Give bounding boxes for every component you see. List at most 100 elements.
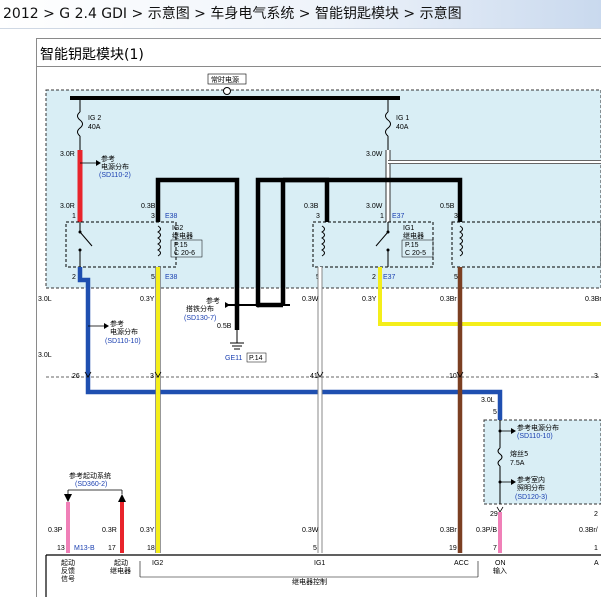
svg-text:照明分布: 照明分布: [517, 483, 545, 492]
arrow-up-icon: [118, 494, 126, 502]
svg-text:3: 3: [150, 373, 154, 380]
svg-text:3.0W: 3.0W: [366, 203, 383, 210]
svg-text:2: 2: [72, 274, 76, 281]
svg-text:19: 19: [449, 545, 457, 552]
svg-text:41: 41: [310, 373, 318, 380]
svg-text:0.3Y: 0.3Y: [140, 527, 155, 534]
svg-text:P.15: P.15: [174, 242, 188, 249]
arrow-right-icon: [225, 302, 230, 308]
svg-text:IG2: IG2: [172, 225, 183, 232]
svg-text:E38: E38: [165, 274, 178, 281]
svg-text:起动: 起动: [61, 558, 75, 567]
svg-text:继电器: 继电器: [172, 231, 193, 240]
svg-text:0.3P: 0.3P: [48, 527, 63, 534]
ref-link[interactable]: (SD110-10): [105, 338, 141, 345]
svg-text:参考起动系统: 参考起动系统: [69, 471, 111, 480]
svg-text:P.15: P.15: [405, 242, 419, 249]
relay-control-label: 继电器控制: [292, 577, 327, 586]
svg-text:反馈: 反馈: [61, 566, 75, 575]
svg-text:5: 5: [454, 274, 458, 281]
svg-text:0.3P/B: 0.3P/B: [476, 527, 497, 534]
svg-text:电源分布: 电源分布: [110, 327, 138, 336]
svg-text:参考: 参考: [206, 296, 220, 305]
connector-m13b: M13-B: [74, 545, 95, 552]
wire-label: 3.0R: [60, 203, 75, 210]
fuse-ig2-rating: 40A: [88, 124, 101, 131]
ref-link[interactable]: (SD360-2): [75, 481, 107, 488]
svg-text:IG1: IG1: [314, 560, 325, 567]
hot-label: 常时电源: [211, 75, 239, 84]
svg-text:C 20-6: C 20-6: [174, 250, 195, 257]
svg-text:电源分布: 电源分布: [101, 162, 129, 171]
svg-text:5: 5: [493, 409, 497, 416]
svg-text:0.3W: 0.3W: [302, 296, 319, 303]
svg-text:3.0W: 3.0W: [366, 151, 383, 158]
fuse-ig1-rating: 40A: [396, 124, 409, 131]
svg-text:3: 3: [594, 373, 598, 380]
svg-text:0.3R: 0.3R: [102, 527, 117, 534]
fuse-ig2-name: IG 2: [88, 115, 101, 122]
ref-link[interactable]: (SD110-10): [517, 433, 553, 440]
svg-text:3: 3: [454, 213, 458, 220]
ref-link[interactable]: (SD130-7): [184, 315, 216, 322]
ref-link[interactable]: (SD120-3): [515, 494, 547, 501]
svg-text:起动: 起动: [114, 558, 128, 567]
svg-text:5: 5: [151, 274, 155, 281]
svg-text:2: 2: [372, 274, 376, 281]
svg-text:A: A: [594, 560, 599, 567]
svg-text:18: 18: [147, 545, 155, 552]
svg-text:0.3Br: 0.3Br: [440, 296, 457, 303]
svg-text:29: 29: [490, 511, 498, 518]
svg-text:0.3Y: 0.3Y: [140, 296, 155, 303]
svg-text:参考电源分布: 参考电源分布: [517, 423, 559, 432]
svg-text:搭铁分布: 搭铁分布: [186, 304, 214, 313]
svg-text:0.3B: 0.3B: [141, 203, 156, 210]
fuse-ig1-name: IG 1: [396, 115, 409, 122]
svg-text:0.5B: 0.5B: [440, 203, 455, 210]
svg-text:参考: 参考: [110, 319, 124, 328]
svg-text:3.0L: 3.0L: [481, 397, 495, 404]
ref-link[interactable]: (SD110-2): [99, 172, 131, 179]
svg-text:输入: 输入: [493, 566, 507, 575]
svg-text:3: 3: [316, 213, 320, 220]
svg-text:3: 3: [151, 213, 155, 220]
svg-text:2: 2: [594, 511, 598, 518]
hot-bus-terminal: [223, 87, 231, 95]
svg-text:0.5B: 0.5B: [217, 323, 232, 330]
svg-text:5: 5: [313, 545, 317, 552]
svg-text:13: 13: [57, 545, 65, 552]
wire-blue: [77, 267, 503, 420]
svg-text:信号: 信号: [61, 574, 75, 583]
svg-text:0.3B: 0.3B: [304, 203, 319, 210]
svg-text:1: 1: [72, 213, 76, 220]
svg-text:10: 10: [449, 373, 457, 380]
svg-text:0.3Br: 0.3Br: [440, 527, 457, 534]
arrow-down-icon: [64, 494, 72, 502]
connector-e37: E37: [392, 213, 405, 220]
svg-text:ON: ON: [495, 560, 506, 567]
svg-text:0.3Br/: 0.3Br/: [579, 527, 598, 534]
svg-text:C 20-5: C 20-5: [405, 250, 426, 257]
svg-text:ACC: ACC: [454, 560, 469, 567]
svg-text:参考室内: 参考室内: [517, 475, 545, 484]
svg-text:7: 7: [493, 545, 497, 552]
svg-text:3.0L: 3.0L: [38, 296, 52, 303]
svg-text:26: 26: [72, 373, 80, 380]
svg-text:继电器: 继电器: [110, 566, 131, 575]
svg-text:0.3Y: 0.3Y: [362, 296, 377, 303]
arrow-right-icon: [104, 323, 109, 329]
svg-text:IG1: IG1: [403, 225, 414, 232]
svg-text:0.3W: 0.3W: [302, 527, 319, 534]
svg-text:1: 1: [594, 545, 598, 552]
svg-text:1: 1: [380, 213, 384, 220]
svg-text:E37: E37: [383, 274, 396, 281]
svg-text:0.3Br: 0.3Br: [585, 296, 601, 303]
svg-text:参考: 参考: [101, 154, 115, 163]
svg-text:17: 17: [108, 545, 116, 552]
wiring-diagram: 常时电源 IG 2 40A IG 1 40A 3.0R 3.0R 参考 电源分布…: [38, 73, 601, 597]
svg-text:7.5A: 7.5A: [510, 460, 525, 467]
svg-text:熔丝5: 熔丝5: [510, 449, 528, 458]
connector-e38: E38: [165, 213, 178, 220]
svg-text:3.0L: 3.0L: [38, 352, 52, 359]
wire-label: 3.0R: [60, 151, 75, 158]
